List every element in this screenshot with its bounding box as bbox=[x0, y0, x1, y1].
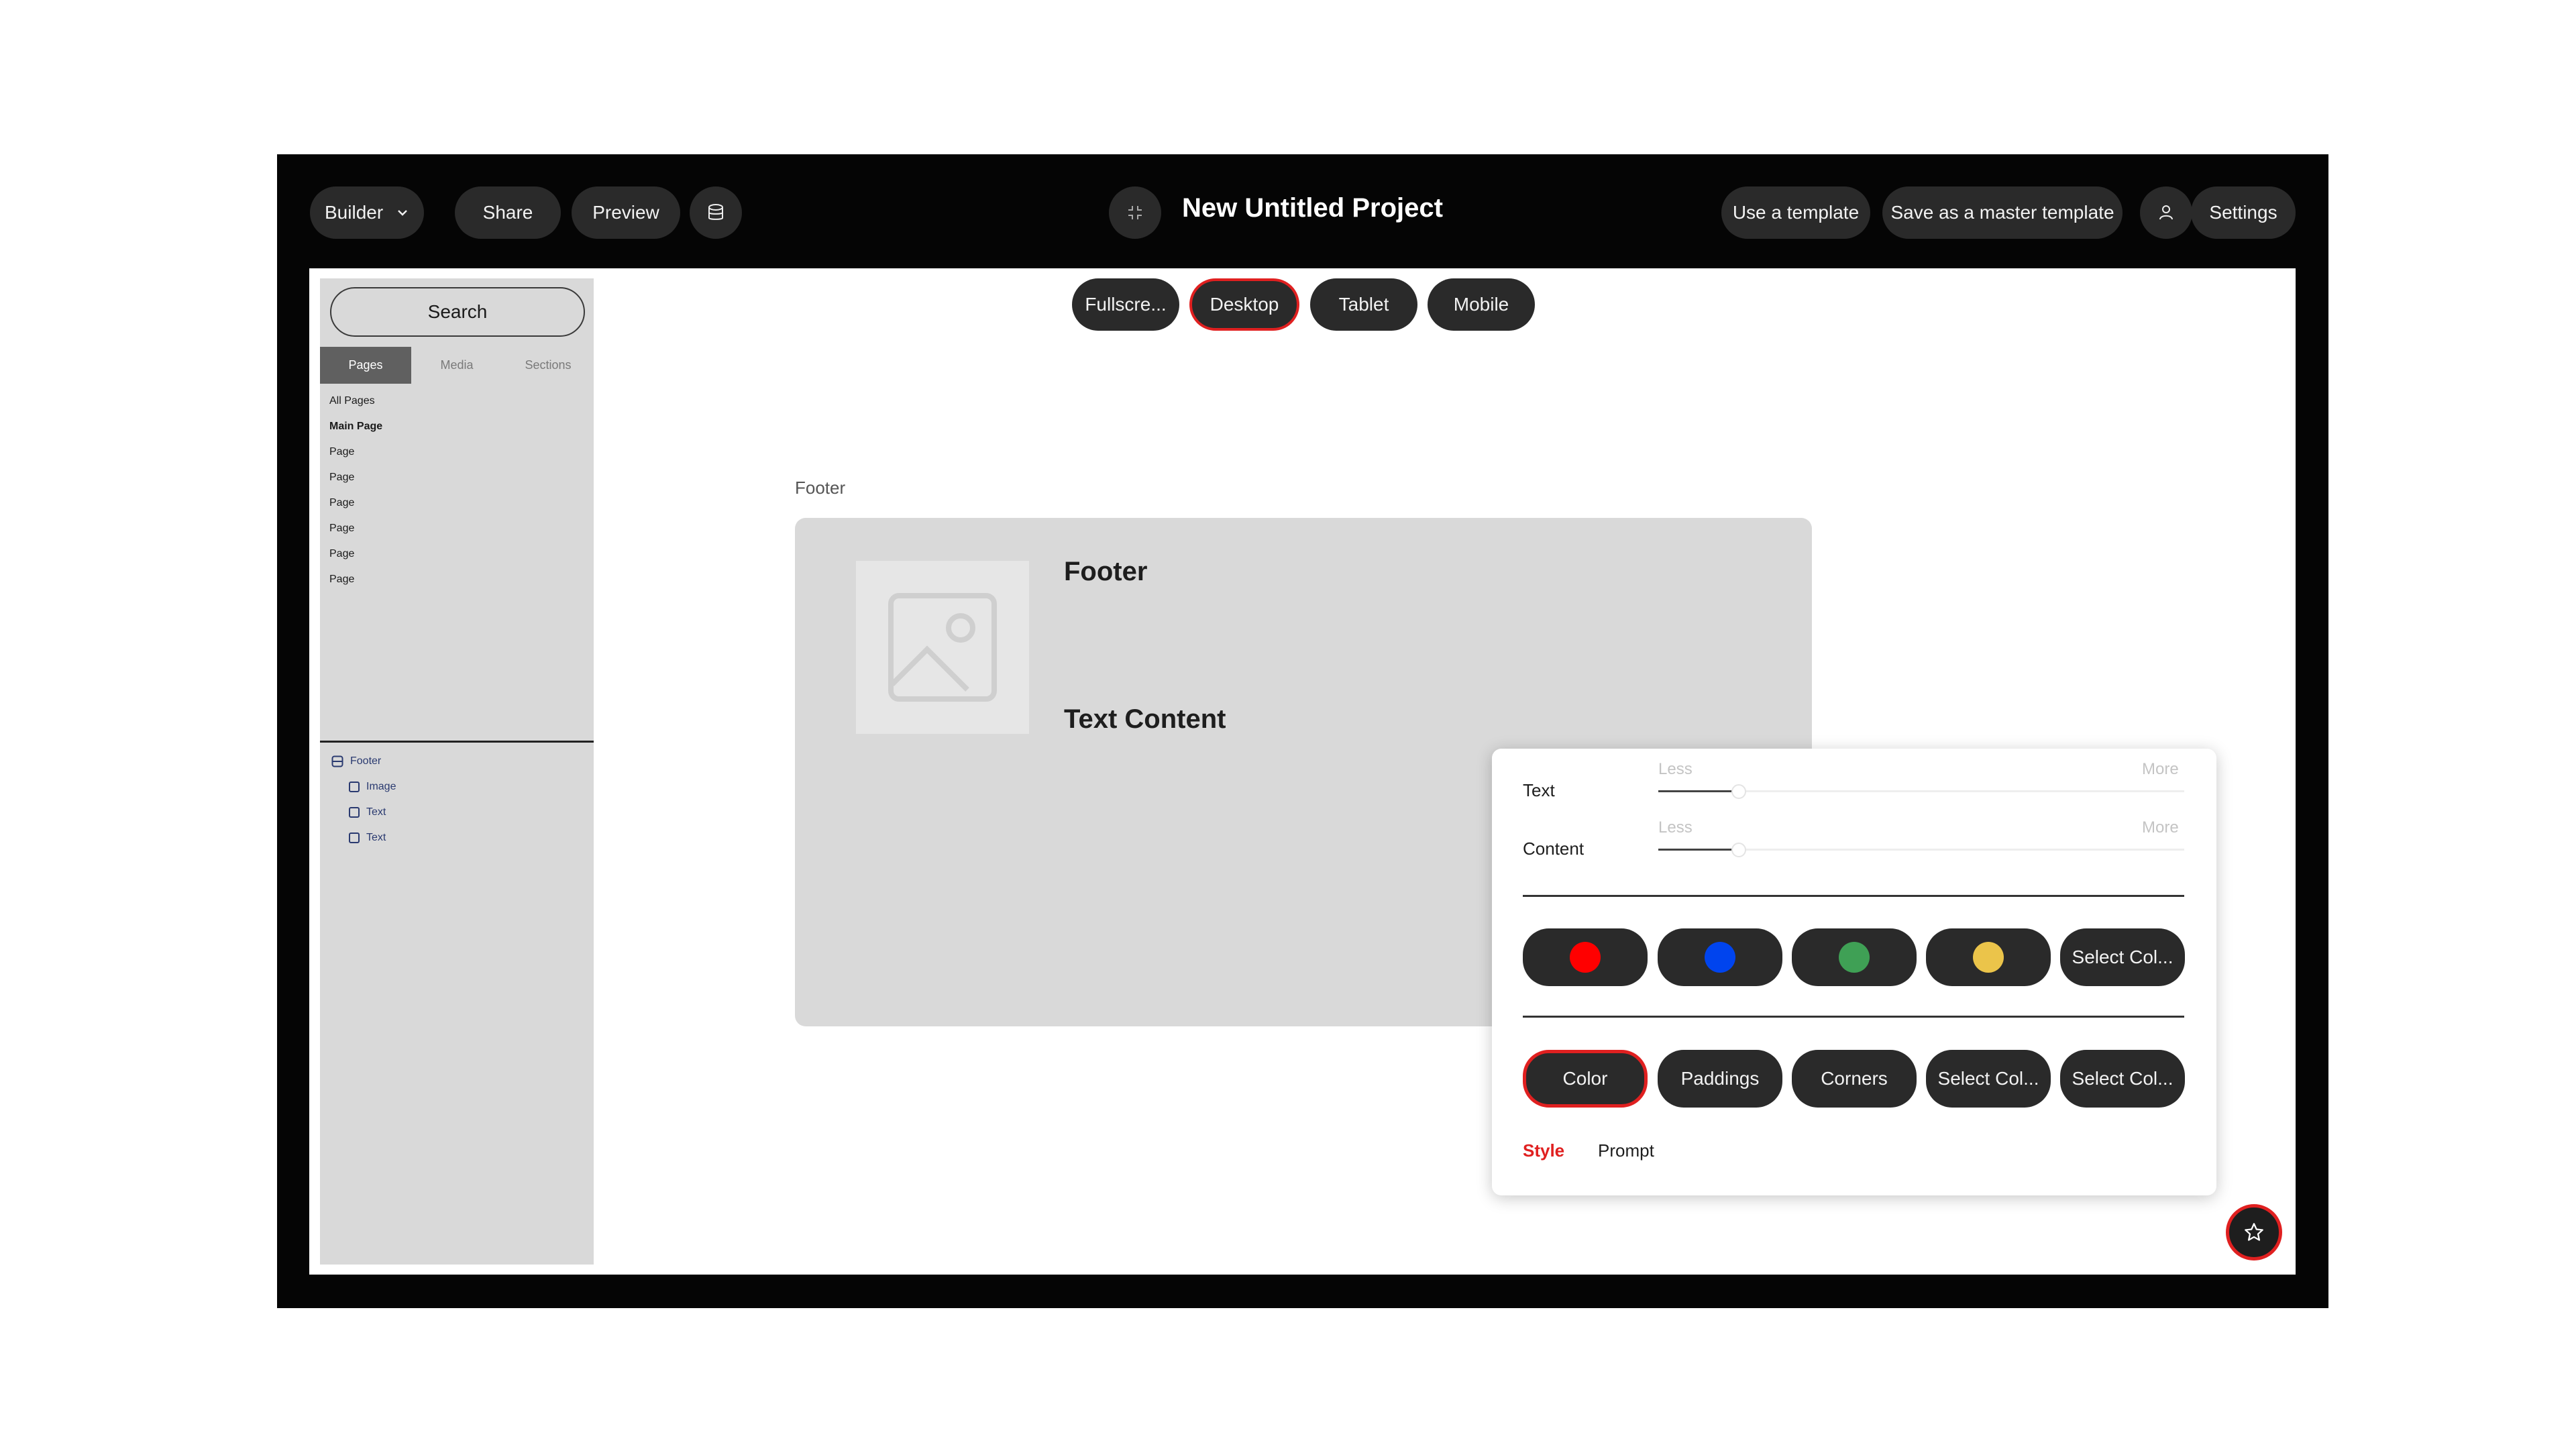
popover-divider bbox=[1523, 895, 2184, 897]
builder-dropdown[interactable]: Builder bbox=[310, 186, 424, 239]
page-item-all[interactable]: All Pages bbox=[329, 392, 382, 418]
swatch-yellow[interactable] bbox=[1926, 928, 2051, 986]
settings-label: Settings bbox=[2209, 202, 2277, 223]
tree-item-text[interactable]: Text bbox=[331, 800, 396, 825]
tree-item-image[interactable]: Image bbox=[331, 774, 396, 800]
tree-label: Text bbox=[366, 806, 386, 818]
preview-label: Preview bbox=[592, 202, 659, 223]
page-item[interactable]: Page bbox=[329, 571, 382, 596]
slider-label-content: Content bbox=[1523, 839, 1585, 859]
select-color-button[interactable]: Select Col... bbox=[2060, 928, 2185, 986]
tab-sections[interactable]: Sections bbox=[502, 347, 594, 384]
layer-icon bbox=[349, 833, 360, 843]
text-slider-thumb[interactable] bbox=[1731, 784, 1746, 799]
panel-tabs: Pages Media Sections bbox=[320, 347, 594, 384]
database-button[interactable] bbox=[690, 186, 742, 239]
tab-media[interactable]: Media bbox=[411, 347, 502, 384]
use-template-button[interactable]: Use a template bbox=[1721, 186, 1870, 239]
slider-min-label: Less bbox=[1658, 760, 1693, 778]
footer-text[interactable]: Text Content bbox=[1064, 704, 1226, 735]
save-master-template-button[interactable]: Save as a master template bbox=[1882, 186, 2123, 239]
layer-icon bbox=[349, 782, 360, 792]
panel-divider bbox=[320, 741, 594, 743]
device-tab-mobile[interactable]: Mobile bbox=[1428, 278, 1535, 331]
image-icon bbox=[888, 593, 997, 702]
slider-max-label: More bbox=[2142, 760, 2179, 778]
settings-button[interactable]: Settings bbox=[2191, 186, 2296, 239]
color-dot bbox=[1973, 942, 2004, 973]
option-paddings[interactable]: Paddings bbox=[1658, 1050, 1782, 1108]
use-template-label: Use a template bbox=[1732, 202, 1860, 223]
page-item[interactable]: Page bbox=[329, 469, 382, 494]
layer-tree: Footer Image Text Text bbox=[331, 749, 396, 851]
search-label: Search bbox=[427, 301, 488, 322]
page-item[interactable]: Page bbox=[329, 545, 382, 571]
search-input[interactable]: Search bbox=[330, 287, 585, 337]
share-button[interactable]: Share bbox=[455, 186, 561, 239]
database-icon bbox=[708, 204, 723, 220]
tab-style[interactable]: Style bbox=[1523, 1140, 1564, 1161]
footer-title[interactable]: Footer bbox=[1064, 557, 1147, 587]
user-icon bbox=[2159, 205, 2173, 220]
popover-divider bbox=[1523, 1016, 2184, 1018]
section-icon bbox=[331, 755, 343, 767]
option-color[interactable]: Color bbox=[1523, 1050, 1648, 1108]
tree-item-footer[interactable]: Footer bbox=[331, 749, 396, 774]
section-caption: Footer bbox=[795, 478, 846, 498]
tree-label: Image bbox=[366, 781, 396, 792]
device-tab-tablet[interactable]: Tablet bbox=[1310, 278, 1417, 331]
collapse-icon bbox=[1128, 206, 1142, 219]
option-corners[interactable]: Corners bbox=[1792, 1050, 1917, 1108]
image-placeholder[interactable] bbox=[856, 561, 1029, 734]
device-tab-desktop[interactable]: Desktop bbox=[1189, 278, 1299, 331]
account-button[interactable] bbox=[2140, 186, 2192, 239]
option-select-color[interactable]: Select Col... bbox=[2060, 1050, 2185, 1108]
option-select-color[interactable]: Select Col... bbox=[1926, 1050, 2051, 1108]
page-item-main[interactable]: Main Page bbox=[329, 418, 382, 443]
star-icon bbox=[2245, 1223, 2263, 1241]
color-dot bbox=[1570, 942, 1601, 973]
layer-icon bbox=[349, 807, 360, 818]
tab-pages[interactable]: Pages bbox=[320, 347, 411, 384]
swatch-blue[interactable] bbox=[1658, 928, 1782, 986]
swatch-red[interactable] bbox=[1523, 928, 1648, 986]
collapse-button[interactable] bbox=[1109, 186, 1161, 239]
save-master-label: Save as a master template bbox=[1890, 202, 2114, 223]
tree-label: Text bbox=[366, 832, 386, 843]
slider-label-text: Text bbox=[1523, 780, 1555, 800]
page-item[interactable]: Page bbox=[329, 520, 382, 545]
builder-label: Builder bbox=[325, 202, 384, 223]
tab-prompt[interactable]: Prompt bbox=[1598, 1140, 1654, 1161]
page-item[interactable]: Page bbox=[329, 494, 382, 520]
content-slider-thumb[interactable] bbox=[1731, 843, 1746, 857]
favorite-button[interactable] bbox=[2226, 1204, 2282, 1260]
text-slider-fill bbox=[1658, 790, 1732, 792]
page-list: All Pages Main Page Page Page Page Page … bbox=[329, 392, 382, 596]
tree-item-text[interactable]: Text bbox=[331, 825, 396, 851]
color-dot bbox=[1839, 942, 1870, 973]
preview-button[interactable]: Preview bbox=[572, 186, 680, 239]
share-label: Share bbox=[482, 202, 533, 223]
chevron-down-icon bbox=[398, 210, 408, 216]
device-tab-fullscreen[interactable]: Fullscre... bbox=[1072, 278, 1179, 331]
slider-max-label: More bbox=[2142, 818, 2179, 837]
color-dot bbox=[1705, 942, 1735, 973]
swatch-green[interactable] bbox=[1792, 928, 1917, 986]
project-title: New Untitled Project bbox=[1182, 193, 1443, 223]
page-item[interactable]: Page bbox=[329, 443, 382, 469]
tree-label: Footer bbox=[350, 755, 382, 767]
slider-min-label: Less bbox=[1658, 818, 1693, 837]
content-slider-fill bbox=[1658, 849, 1732, 851]
